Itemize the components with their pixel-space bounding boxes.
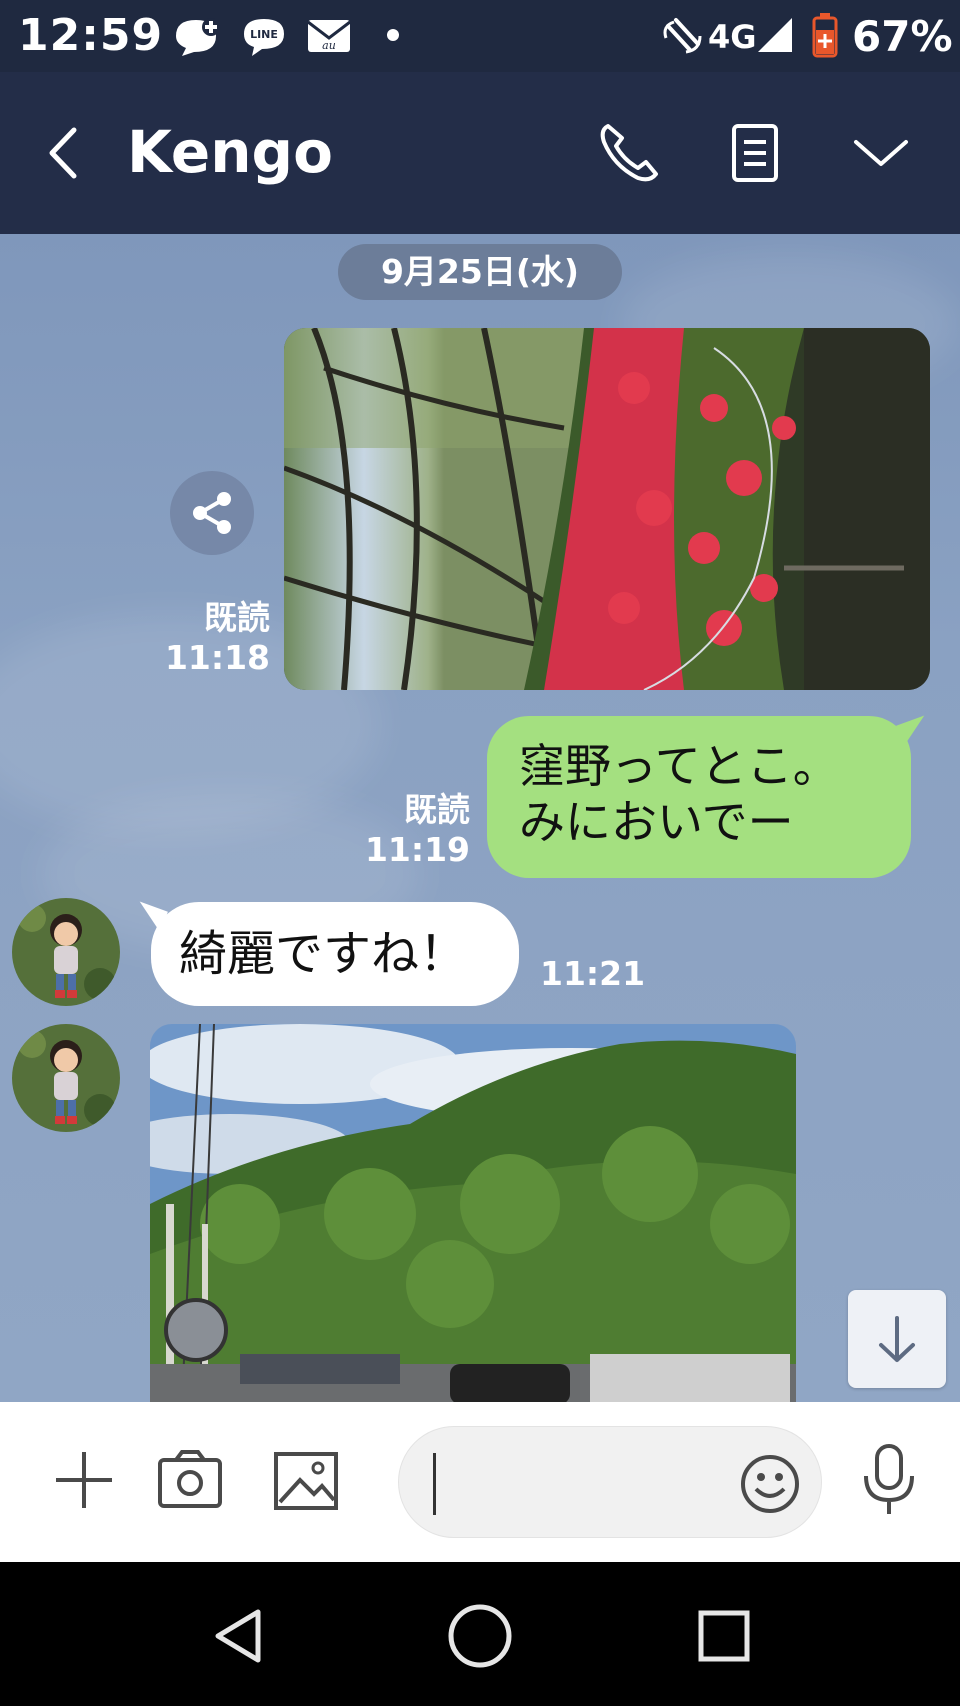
avatar[interactable] [12, 898, 120, 1006]
nav-recents-icon[interactable] [696, 1608, 752, 1664]
battery-icon [812, 13, 838, 58]
chevron-down-icon[interactable] [846, 118, 916, 188]
image-icon[interactable] [272, 1446, 340, 1514]
sent-text-bubble[interactable]: 窪野ってとこ。 みにおいでー [487, 715, 932, 878]
avatar[interactable] [12, 1024, 120, 1132]
read-receipt: 既読 [204, 598, 270, 637]
scroll-to-bottom-button[interactable] [848, 1290, 946, 1388]
emoji-icon[interactable] [739, 1453, 801, 1515]
read-receipt: 既読 [404, 790, 470, 829]
message-input-bar [0, 1402, 960, 1562]
line-icon: LINE [244, 19, 284, 56]
chat-area[interactable]: 9月25日(水) 既読 11:18 既読 11:19 窪野ってとこ。 みにおいで… [0, 234, 960, 1402]
message-meta: 既読 11:19 [360, 790, 470, 870]
signal-icon [758, 18, 792, 52]
plus-icon[interactable] [50, 1446, 118, 1514]
phone-icon[interactable] [594, 118, 664, 188]
nfc-icon [663, 18, 702, 54]
message-meta: 既読 11:18 [160, 598, 270, 678]
au-mail-icon: au [307, 20, 351, 52]
message-time: 11:21 [540, 954, 646, 993]
chat-plus-icon [176, 18, 220, 56]
battery-level: 67% [852, 12, 953, 61]
svg-text:LINE: LINE [250, 28, 278, 41]
svg-text:au: au [322, 39, 336, 52]
message-text-line: みにおいでー [519, 795, 794, 849]
notes-icon[interactable] [720, 118, 790, 188]
message-text: 綺麗ですね！ [179, 926, 468, 982]
network-type: 4G [708, 18, 757, 56]
message-time: 11:19 [364, 830, 470, 869]
child-avatar-photo [12, 898, 120, 1006]
arrow-down-icon [879, 1316, 915, 1362]
message-input[interactable] [429, 1449, 733, 1515]
share-button[interactable] [170, 471, 254, 555]
date-separator: 9月25日(水) [338, 244, 622, 300]
chat-header: Kengo [0, 72, 960, 234]
child-avatar-photo [12, 1024, 120, 1132]
nav-home-icon[interactable] [446, 1602, 514, 1670]
sent-photo[interactable] [284, 328, 930, 690]
text-cursor [433, 1453, 436, 1515]
received-photo[interactable] [150, 1024, 796, 1402]
share-icon [193, 492, 231, 534]
mic-icon[interactable] [858, 1442, 920, 1518]
green-hill-photo [150, 1024, 796, 1402]
status-time: 12:59 [18, 10, 164, 61]
back-icon[interactable] [28, 118, 98, 188]
chat-title: Kengo [127, 118, 333, 186]
nav-back-icon[interactable] [210, 1606, 270, 1666]
status-bar: 12:59 LINE au 4G 67% [0, 0, 960, 72]
message-field[interactable] [398, 1426, 822, 1538]
message-time: 11:18 [164, 638, 270, 677]
system-nav-bar [0, 1562, 960, 1706]
message-text-line: 窪野ってとこ。 [519, 739, 839, 793]
camera-icon[interactable] [156, 1446, 224, 1514]
received-text-bubble[interactable]: 綺麗ですね！ [132, 901, 519, 1006]
red-flowers-photo [284, 328, 930, 690]
dot-icon [387, 29, 399, 41]
